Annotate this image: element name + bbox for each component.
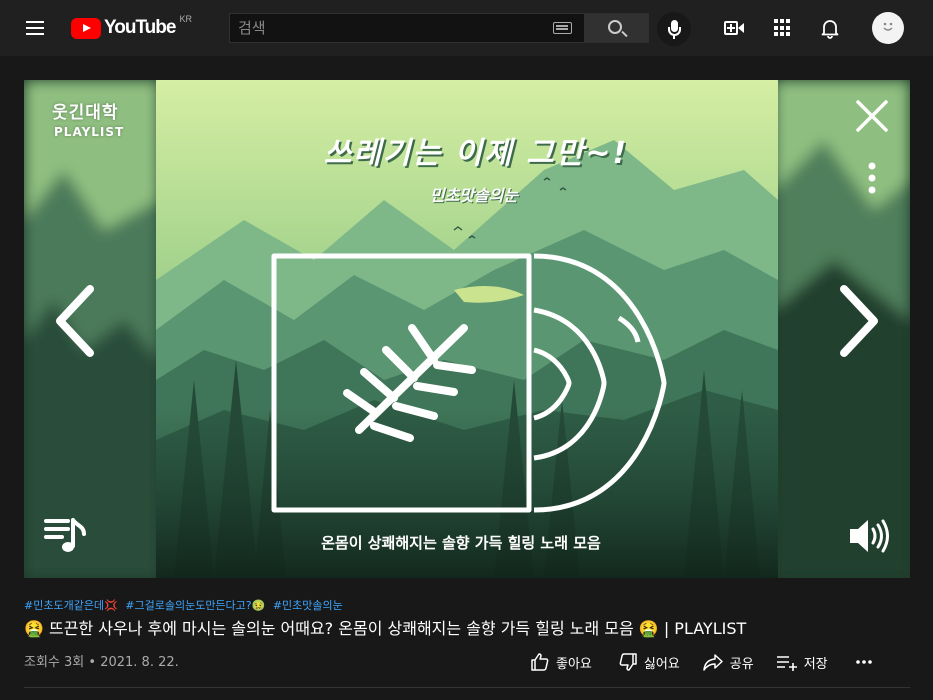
video-player[interactable]: 웃긴대학 PLAYLIST 쓰레기는 이제 그만~! 민초맛솔의눈 온몸이 상쾌… [24,80,910,578]
action-bar: 좋아요 싫어요 공유 저장 [530,650,880,674]
like-button[interactable]: 좋아요 [530,652,592,672]
thumbs-down-icon [619,653,637,671]
hashtag-link[interactable]: #그걸로솔의눈도만든다고?🤢 [125,599,265,612]
country-code: KR [179,14,192,24]
share-label: 공유 [729,656,754,672]
save-label: 저장 [803,656,828,672]
save-button[interactable]: 저장 [776,652,828,672]
divider [24,687,910,688]
like-label: 좋아요 [556,656,592,672]
share-icon [703,654,723,671]
notifications-bell-icon[interactable] [818,16,842,40]
voice-search-button[interactable] [657,12,691,46]
share-button[interactable]: 공유 [702,652,754,672]
dislike-label: 싫어요 [643,656,680,672]
account-avatar[interactable] [872,12,904,44]
hashtag-link[interactable]: #민초도개같은데💢 [24,599,118,612]
masthead: YouTube KR [0,0,933,56]
video-info: 조회수 3회 • 2021. 8. 22. [24,651,179,670]
create-video-icon[interactable] [722,16,746,40]
search-button[interactable] [584,13,649,43]
menu-icon[interactable] [24,17,48,39]
playlist-icon[interactable] [44,516,88,556]
video-caption: 온몸이 상쾌해지는 솔향 가득 힐링 노래 모음 [321,534,601,552]
meta-separator: • [88,655,101,670]
thumbs-up-icon [531,653,549,671]
dislike-button[interactable]: 싫어요 [618,652,680,672]
view-count: 조회수 3회 [24,655,85,670]
video-tag: 민초맛솔의눈 [429,186,519,205]
apps-grid-icon[interactable] [770,16,794,40]
hashtag-link[interactable]: #민초맛솔의눈 [273,599,343,612]
more-actions-icon[interactable] [854,652,880,672]
upload-date: 2021. 8. 22. [100,655,179,670]
hashtag-list: #민초도개같은데💢 #그걸로솔의눈도만든다고?🤢 #민초맛솔의눈 [24,597,347,613]
search-input[interactable] [229,13,584,43]
volume-icon[interactable] [846,516,892,556]
video-headline: 쓰레기는 이제 그만~! [323,136,629,171]
channel-name: 웃긴대학 [52,103,119,123]
more-options-icon[interactable] [864,160,880,200]
keyboard-icon[interactable] [553,22,572,34]
channel-subtitle: PLAYLIST [54,125,125,139]
youtube-play-icon [71,18,101,39]
search-bar [229,13,649,43]
close-icon[interactable] [854,98,890,134]
logo-text: YouTube [104,17,176,38]
search-icon [608,20,622,34]
youtube-logo[interactable]: YouTube KR [71,14,192,42]
playlist-add-icon [776,656,797,671]
video-title: 🤮 뜨끈한 사우나 후에 마시는 솔의눈 어때요? 온몸이 상쾌해지는 솔향 가… [24,619,747,638]
previous-arrow-icon[interactable] [52,283,98,359]
next-arrow-icon[interactable] [836,283,882,359]
